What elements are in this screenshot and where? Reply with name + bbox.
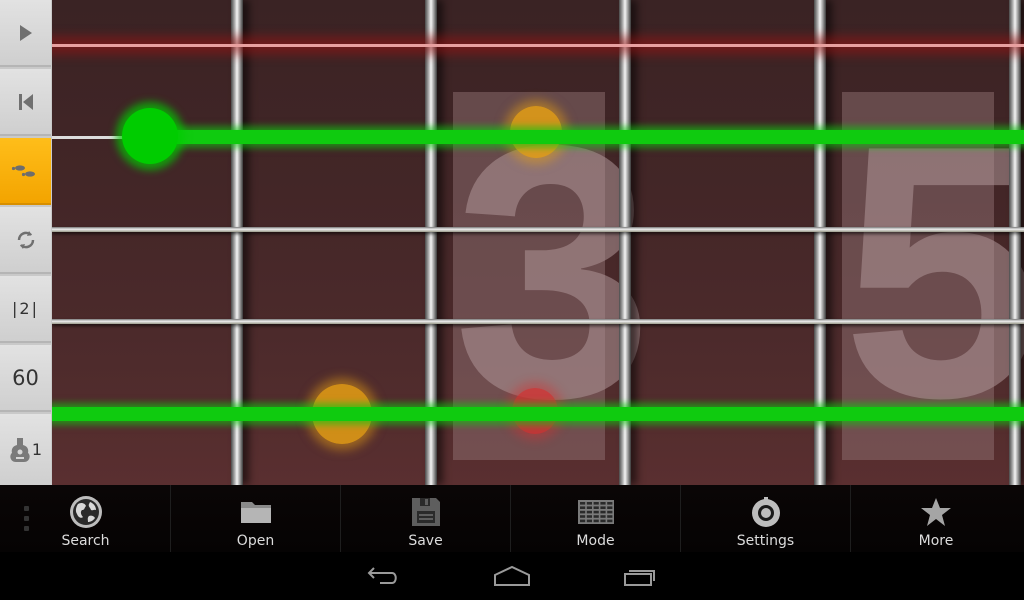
more-button[interactable]: More <box>851 485 1021 552</box>
recent-apps-button[interactable] <box>611 560 671 592</box>
play-button[interactable] <box>0 0 51 67</box>
note-highlight-string-2 <box>148 130 1024 144</box>
step-mode-button[interactable] <box>0 138 51 205</box>
back-icon <box>367 567 397 584</box>
instrument-number: 1 <box>31 440 43 459</box>
string-4[interactable] <box>52 319 1024 324</box>
fretboard[interactable]: 3 5 <box>52 0 1024 485</box>
string-2-open <box>52 136 132 139</box>
note-highlight-string-5 <box>52 407 1024 421</box>
home-button[interactable] <box>482 560 542 592</box>
save-label: Save <box>408 533 443 549</box>
home-icon <box>494 565 530 586</box>
back-button[interactable] <box>354 560 414 592</box>
rewind-button[interactable] <box>0 69 51 136</box>
star-icon <box>921 498 951 526</box>
repeat-count-label: |2| <box>12 299 39 318</box>
skip-to-start-icon <box>18 93 33 110</box>
settings-label: Settings <box>736 533 795 549</box>
grid-icon <box>577 500 614 524</box>
gear-icon <box>751 497 780 527</box>
search-button[interactable]: Search <box>1 485 171 552</box>
sidebar: |2| 60 1 <box>0 0 52 485</box>
bottom-toolbar: Search Open Save Mode Settings More <box>0 485 1024 552</box>
current-note-marker[interactable] <box>122 108 178 164</box>
string-3[interactable] <box>52 227 1024 232</box>
string-1-selected[interactable] <box>52 44 1024 47</box>
fret-marker-5: 5 <box>842 82 1024 462</box>
system-navigation-bar <box>0 552 1024 600</box>
open-label: Open <box>236 533 275 549</box>
footprints-icon <box>11 164 35 177</box>
folder-icon <box>240 502 271 523</box>
globe-icon <box>69 496 102 528</box>
settings-button[interactable]: Settings <box>681 485 851 552</box>
mode-button[interactable]: Mode <box>511 485 681 552</box>
guitar-icon <box>10 437 30 462</box>
more-label: More <box>918 533 954 549</box>
recent-apps-icon <box>624 570 655 586</box>
search-label: Search <box>61 533 110 549</box>
open-button[interactable]: Open <box>171 485 341 552</box>
loop-button[interactable] <box>0 207 51 274</box>
mode-label: Mode <box>576 533 615 549</box>
play-icon <box>19 24 32 41</box>
save-button[interactable]: Save <box>341 485 511 552</box>
tempo-button[interactable]: 60 <box>0 345 51 412</box>
loop-icon <box>17 230 34 249</box>
tempo-value: 60 <box>12 365 39 390</box>
floppy-disk-icon <box>411 498 440 526</box>
repeat-count-button[interactable]: |2| <box>0 276 51 343</box>
instrument-button[interactable]: 1 <box>0 414 51 485</box>
